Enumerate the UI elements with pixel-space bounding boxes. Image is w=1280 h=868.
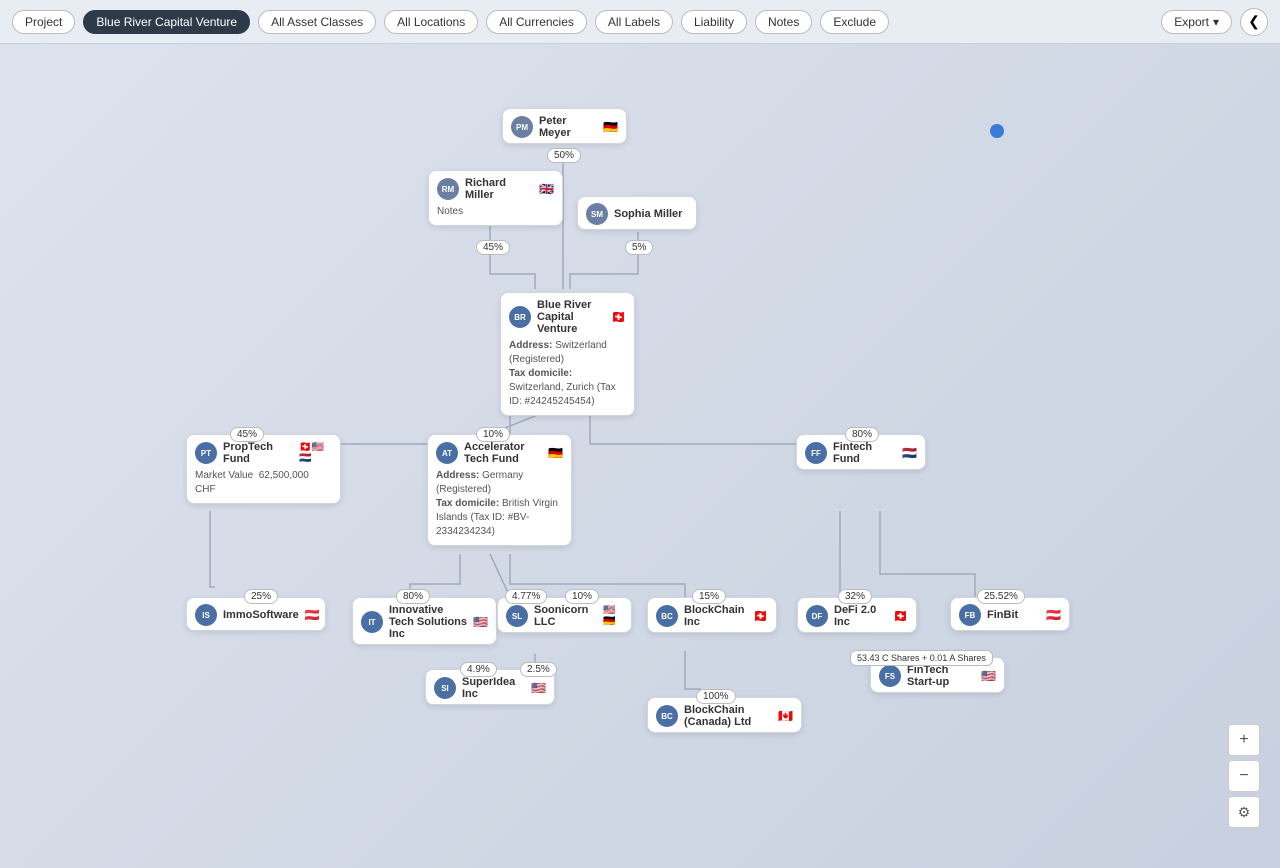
blockchain-inc-name: BlockChain Inc — [684, 604, 747, 628]
sophia-5pct-badge: 5% — [625, 240, 653, 255]
fintech-fund-name: Fintech Fund — [833, 441, 896, 465]
richard-45pct-badge: 45% — [476, 240, 510, 255]
asset-classes-btn[interactable]: All Asset Classes — [258, 10, 376, 34]
fintech-80pct-badge: 80% — [845, 427, 879, 442]
sophia-miller-avatar: SM — [586, 203, 608, 225]
superidea-avatar: SI — [434, 677, 456, 699]
soonicorn-name: Soonicorn LLC — [534, 604, 597, 628]
blue-river-avatar: BR — [509, 306, 531, 328]
blue-river-flag: 🇨🇭 — [611, 310, 626, 324]
immo-avatar: IS — [195, 604, 217, 626]
liability-btn[interactable]: Liability — [681, 10, 747, 34]
superidea-name: SuperIdea Inc — [462, 676, 525, 700]
blockchain-ca-name: BlockChain (Canada) Ltd — [684, 704, 772, 728]
topbar: Project Blue River Capital Venture All A… — [0, 0, 1280, 44]
superidea-right-badge: 2.5% — [520, 662, 557, 677]
finbit-pct-badge: 25.52% — [977, 589, 1025, 604]
peter-meyer-flag: 🇩🇪 — [603, 120, 618, 134]
superidea-left-badge: 4.9% — [460, 662, 497, 677]
zoom-settings-btn[interactable]: ⚙ — [1228, 796, 1260, 828]
blockchain-inc-avatar: BC — [656, 605, 678, 627]
accelerator-node[interactable]: AT Accelerator Tech Fund 🇩🇪 Address: Ger… — [427, 434, 572, 546]
active-filter-btn[interactable]: Blue River Capital Venture — [83, 10, 250, 34]
project-btn[interactable]: Project — [12, 10, 75, 34]
blue-dot-indicator — [990, 124, 1004, 138]
richard-miller-notes: Notes — [429, 205, 562, 225]
immo-25pct-badge: 25% — [244, 589, 278, 604]
innovative-flag: 🇺🇸 — [473, 615, 488, 629]
proptech-45pct-badge: 45% — [230, 427, 264, 442]
immo-name: ImmoSoftware — [223, 609, 299, 621]
superidea-flag: 🇺🇸 — [531, 681, 546, 695]
blockchain-ca-avatar: BC — [656, 705, 678, 727]
finbit-name: FinBit — [987, 609, 1018, 621]
notes-btn[interactable]: Notes — [755, 10, 812, 34]
peter-meyer-name: Peter Meyer — [539, 115, 597, 139]
soonicorn-right-badge: 10% — [565, 589, 599, 604]
chevron-left-icon: ❮ — [1248, 13, 1260, 30]
topbar-right: Export ▾ ❮ — [1161, 8, 1268, 36]
proptech-avatar: PT — [195, 442, 217, 464]
proptech-flags: 🇨🇭🇺🇸🇳🇱 — [299, 442, 332, 464]
fintech-fund-flag: 🇳🇱 — [902, 446, 917, 460]
blue-river-name: Blue River Capital Venture — [537, 299, 605, 335]
fintech-startup-flag: 🇺🇸 — [981, 669, 996, 683]
fintech-startup-avatar: FS — [879, 665, 901, 687]
exclude-btn[interactable]: Exclude — [820, 10, 889, 34]
richard-miller-avatar: RM — [437, 178, 459, 200]
blue-river-node[interactable]: BR Blue River Capital Venture 🇨🇭 Address… — [500, 292, 635, 416]
zoom-out-btn[interactable]: − — [1228, 760, 1260, 792]
fintech-fund-avatar: FF — [805, 442, 827, 464]
richard-miller-flag: 🇬🇧 — [539, 182, 554, 196]
labels-btn[interactable]: All Labels — [595, 10, 673, 34]
innovative-80pct-badge: 80% — [396, 589, 430, 604]
defi-avatar: DF — [806, 605, 828, 627]
blue-river-body: Address: Switzerland (Registered) Tax do… — [501, 339, 634, 415]
finbit-flag: 🇦🇹 — [1046, 608, 1061, 622]
richard-miller-name: Richard Miller — [465, 177, 533, 201]
sophia-miller-node[interactable]: SM Sophia Miller — [577, 196, 697, 230]
soonicorn-avatar: SL — [506, 605, 528, 627]
export-btn[interactable]: Export ▾ — [1161, 10, 1232, 34]
locations-btn[interactable]: All Locations — [384, 10, 478, 34]
blockchain-inc-flag: 🇨🇭 — [753, 609, 768, 623]
accelerator-body: Address: Germany (Registered) Tax domici… — [428, 469, 571, 545]
soonicorn-left-badge: 4.77% — [505, 589, 547, 604]
innovative-avatar: IT — [361, 611, 383, 633]
fintech-startup-name: FinTech Start-up — [907, 664, 975, 688]
zoom-in-btn[interactable]: + — [1228, 724, 1260, 756]
accelerator-10pct-badge: 10% — [476, 427, 510, 442]
accelerator-flag: 🇩🇪 — [548, 446, 563, 460]
defi-name: DeFi 2.0 Inc — [834, 604, 887, 628]
blockchain-ca-flag: 🇨🇦 — [778, 709, 793, 723]
accelerator-avatar: AT — [436, 442, 458, 464]
innovative-name: Innovative Tech Solutions Inc — [389, 604, 467, 640]
soonicorn-flags: 🇺🇸🇩🇪 — [603, 605, 623, 627]
peter-meyer-avatar: PM — [511, 116, 533, 138]
proptech-name: PropTech Fund — [223, 441, 293, 465]
defi-32pct-badge: 32% — [838, 589, 872, 604]
chevron-down-icon: ▾ — [1213, 15, 1219, 29]
finbit-avatar: FB — [959, 604, 981, 626]
canvas: PM Peter Meyer 🇩🇪 50% RM Richard Miller … — [0, 44, 1280, 868]
proptech-node[interactable]: PT PropTech Fund 🇨🇭🇺🇸🇳🇱 Market Value 62,… — [186, 434, 341, 504]
immo-flag: 🇦🇹 — [305, 608, 320, 622]
blockchain-15pct-badge: 15% — [692, 589, 726, 604]
accelerator-name: Accelerator Tech Fund — [464, 441, 542, 465]
richard-miller-node[interactable]: RM Richard Miller 🇬🇧 Notes — [428, 170, 563, 226]
fintech-startup-shares-badge: 53.43 C Shares + 0.01 A Shares — [850, 650, 993, 666]
collapse-btn[interactable]: ❮ — [1240, 8, 1268, 36]
currencies-btn[interactable]: All Currencies — [486, 10, 587, 34]
sophia-miller-name: Sophia Miller — [614, 208, 682, 220]
peter-50pct-badge: 50% — [547, 148, 581, 163]
peter-meyer-node[interactable]: PM Peter Meyer 🇩🇪 — [502, 108, 627, 144]
zoom-controls: + − ⚙ — [1228, 724, 1260, 828]
defi-flag: 🇨🇭 — [893, 609, 908, 623]
blockchain-ca-100pct-badge: 100% — [696, 689, 736, 704]
innovative-node[interactable]: IT Innovative Tech Solutions Inc 🇺🇸 — [352, 597, 497, 645]
proptech-mv: Market Value 62,500,000 CHF — [187, 469, 340, 503]
